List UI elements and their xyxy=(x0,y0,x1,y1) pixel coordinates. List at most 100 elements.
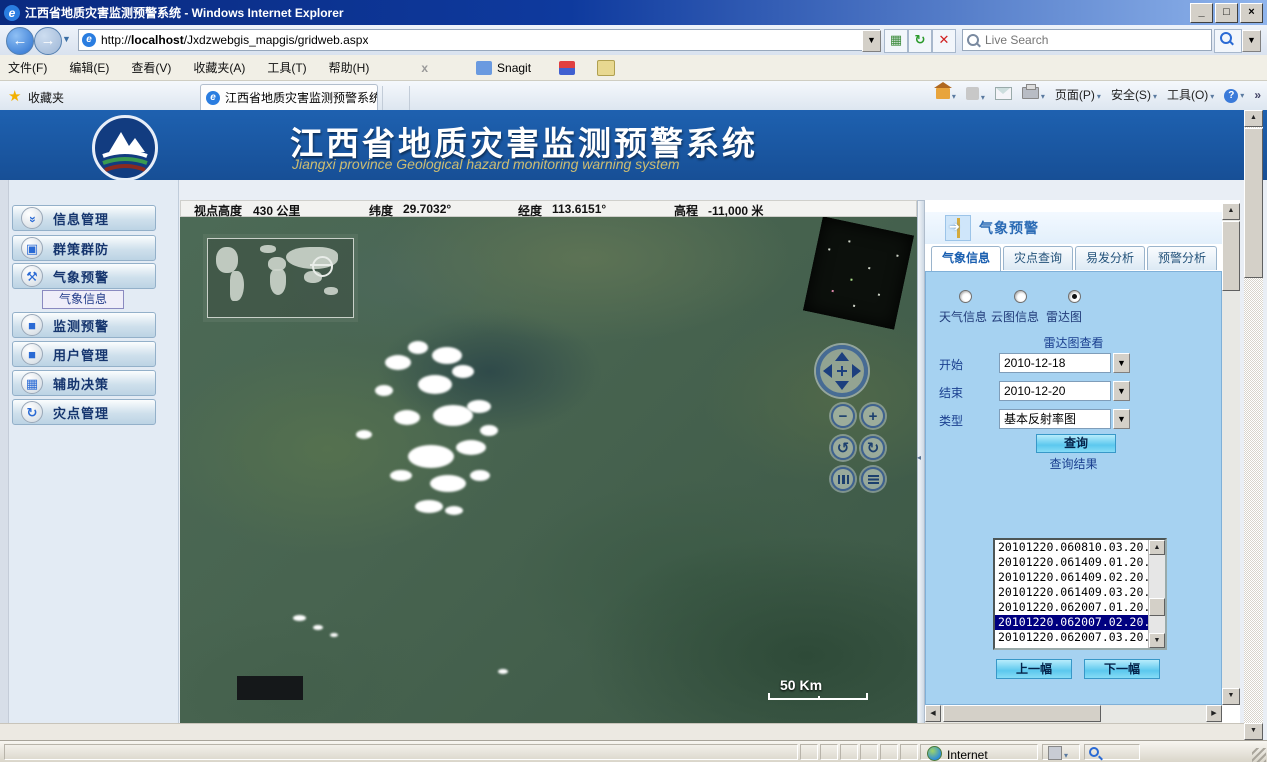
resize-grip[interactable] xyxy=(1252,748,1266,762)
zoom-in-button[interactable]: + xyxy=(861,404,885,428)
type-dropdown-icon[interactable]: ▼ xyxy=(1113,409,1130,429)
panel-scroll-left-icon[interactable]: ◀ xyxy=(925,705,941,722)
sidebar-item-info-mgmt[interactable]: » 信息管理 xyxy=(12,205,156,231)
query-button[interactable]: 查询 xyxy=(1036,434,1116,453)
tilt-down-button[interactable] xyxy=(861,467,885,491)
stop-button[interactable]: ✕ xyxy=(932,29,956,53)
print-button[interactable]: ▾ xyxy=(1022,87,1045,102)
page-tab[interactable]: e 江西省地质灾害监测预警系统 xyxy=(200,84,378,110)
protected-mode-segment[interactable]: ▾ xyxy=(1042,744,1080,760)
scroll-up-icon[interactable]: ▲ xyxy=(1149,540,1165,555)
forward-button[interactable]: → xyxy=(34,27,62,55)
search-input[interactable] xyxy=(983,32,1187,48)
zoom-segment[interactable]: 100%▾ xyxy=(1084,744,1140,760)
tab-warning-analysis[interactable]: 预警分析 xyxy=(1147,246,1217,270)
search-go-button[interactable] xyxy=(1214,29,1242,53)
snagit-button[interactable]: Snagit xyxy=(476,61,531,75)
listbox-scroll-thumb[interactable] xyxy=(1149,598,1165,616)
list-item[interactable]: 20101220.062007.03.20. xyxy=(995,630,1165,645)
list-item[interactable]: 20101220.060810.03.20. xyxy=(995,540,1165,555)
menu-view[interactable]: 查看(V) xyxy=(131,59,171,76)
list-item[interactable]: 20101220.062007.01.20. xyxy=(995,600,1165,615)
rotate-ccw-button[interactable]: ↺ xyxy=(831,436,855,460)
page-scroll-thumb[interactable] xyxy=(1244,128,1263,278)
radio-radar[interactable] xyxy=(1068,290,1081,303)
radio-cloud-label[interactable]: 云图信息 xyxy=(991,308,1039,325)
type-select[interactable]: 基本反射率图 xyxy=(999,409,1111,429)
menu-edit[interactable]: 编辑(E) xyxy=(69,59,109,76)
tilt-up-button[interactable] xyxy=(831,467,855,491)
satellite-map[interactable]: − + ↺ ↻ 50 Km xyxy=(180,217,917,733)
pan-down-icon[interactable] xyxy=(835,381,849,390)
favorites-button[interactable]: 收藏夹 xyxy=(28,89,64,106)
mail-button[interactable] xyxy=(995,87,1012,103)
home-button[interactable]: ▾ xyxy=(936,88,956,102)
address-input[interactable]: e http://localhost/Jxdzwebgis_mapgis/gri… xyxy=(78,29,880,51)
back-button[interactable]: ← xyxy=(6,27,34,55)
panel-scroll-up-icon[interactable]: ▲ xyxy=(1222,203,1240,220)
panel-splitter[interactable] xyxy=(917,200,925,733)
radio-radar-label[interactable]: 雷达图 xyxy=(1046,308,1082,325)
refresh-button[interactable]: ↻ xyxy=(908,29,932,53)
search-options-button[interactable]: ▼ xyxy=(1242,30,1261,52)
chevron-more-icon[interactable]: » xyxy=(1254,88,1261,102)
panel-scroll-thumb[interactable] xyxy=(1222,221,1240,291)
sidebar-item-monitor-warning[interactable]: ■ 监测预警 xyxy=(12,312,156,338)
end-date-dropdown-icon[interactable]: ▼ xyxy=(1113,381,1130,401)
sidebar-item-group-defense[interactable]: ▣ 群策群防 xyxy=(12,235,156,261)
page-scroll-down-icon[interactable]: ▼ xyxy=(1244,723,1263,740)
compatibility-button[interactable]: ▦ xyxy=(884,29,908,53)
sidebar-item-decision-support[interactable]: ▦ 辅助决策 xyxy=(12,370,156,396)
results-listbox[interactable]: 20101220.060810.03.20. 20101220.061409.0… xyxy=(993,538,1167,650)
page-menu-button[interactable]: 页面(P)▾ xyxy=(1055,86,1101,103)
sidebar-item-hazard-mgmt[interactable]: ↻ 灾点管理 xyxy=(12,399,156,425)
history-dropdown-icon[interactable]: ▼ xyxy=(62,34,71,44)
feeds-button[interactable]: ▾ xyxy=(966,87,985,103)
listbox-scrollbar[interactable]: ▲ ▼ xyxy=(1148,540,1165,648)
page-vertical-scrollbar[interactable]: ▲ ▼ xyxy=(1244,110,1263,740)
list-item-selected[interactable]: 20101220.062007.02.20. xyxy=(995,615,1165,630)
address-dropdown-button[interactable]: ▼ xyxy=(862,30,881,52)
menu-help[interactable]: 帮助(H) xyxy=(329,59,370,76)
list-item[interactable]: 20101220.061409.01.20. xyxy=(995,555,1165,570)
menu-favorites[interactable]: 收藏夹(A) xyxy=(193,59,245,76)
pan-left-icon[interactable] xyxy=(823,364,832,378)
pan-right-icon[interactable] xyxy=(852,364,861,378)
end-date-select[interactable]: 2010-12-20 xyxy=(999,381,1111,401)
close-button[interactable]: × xyxy=(1240,3,1263,23)
menu-file[interactable]: 文件(F) xyxy=(8,59,47,76)
safety-menu-button[interactable]: 安全(S)▾ xyxy=(1111,86,1157,103)
panel-scroll-down-icon[interactable]: ▼ xyxy=(1222,688,1240,705)
radio-cloud[interactable] xyxy=(1014,290,1027,303)
toolbar-close-icon[interactable]: x xyxy=(421,61,428,75)
zoom-out-button[interactable]: − xyxy=(831,404,855,428)
next-image-button[interactable]: 下一幅 xyxy=(1084,659,1160,679)
panel-scroll-right-icon[interactable]: ▶ xyxy=(1206,705,1222,722)
start-date-dropdown-icon[interactable]: ▼ xyxy=(1113,353,1130,373)
scroll-down-icon[interactable]: ▼ xyxy=(1149,633,1165,648)
map-pan-control[interactable] xyxy=(816,345,868,397)
sidebar-subitem-weather-info[interactable]: 气象信息 xyxy=(42,290,124,309)
panel-hscroll-thumb[interactable] xyxy=(943,705,1101,722)
rotate-cw-button[interactable]: ↻ xyxy=(861,436,885,460)
list-item[interactable]: 20101220.061409.03.20. xyxy=(995,585,1165,600)
tab-hazard-query[interactable]: 灾点查询 xyxy=(1003,246,1073,270)
tab-weather-info[interactable]: 气象信息 xyxy=(931,246,1001,271)
panel-vertical-scrollbar[interactable]: ▲ ▼ xyxy=(1222,203,1240,705)
sidebar-item-weather-warning[interactable]: ⚒ 气象预警 xyxy=(12,263,156,289)
search-box[interactable] xyxy=(962,29,1212,51)
maximize-button[interactable]: □ xyxy=(1215,3,1238,23)
pan-up-icon[interactable] xyxy=(835,352,849,361)
tools-menu-button[interactable]: 工具(O)▾ xyxy=(1167,86,1214,103)
favorites-star-icon[interactable]: ★ xyxy=(8,87,21,105)
overview-map-inset[interactable] xyxy=(207,238,354,318)
menu-tools[interactable]: 工具(T) xyxy=(267,59,306,76)
help-button[interactable]: ?▾ xyxy=(1224,87,1244,103)
prev-image-button[interactable]: 上一幅 xyxy=(996,659,1072,679)
start-date-select[interactable]: 2010-12-18 xyxy=(999,353,1111,373)
radio-weather-label[interactable]: 天气信息 xyxy=(939,308,987,325)
snagit-editor-icon[interactable] xyxy=(597,60,615,76)
minimize-button[interactable]: _ xyxy=(1190,3,1213,23)
sidebar-item-user-mgmt[interactable]: ■ 用户管理 xyxy=(12,341,156,367)
new-tab-stub[interactable] xyxy=(382,86,410,110)
